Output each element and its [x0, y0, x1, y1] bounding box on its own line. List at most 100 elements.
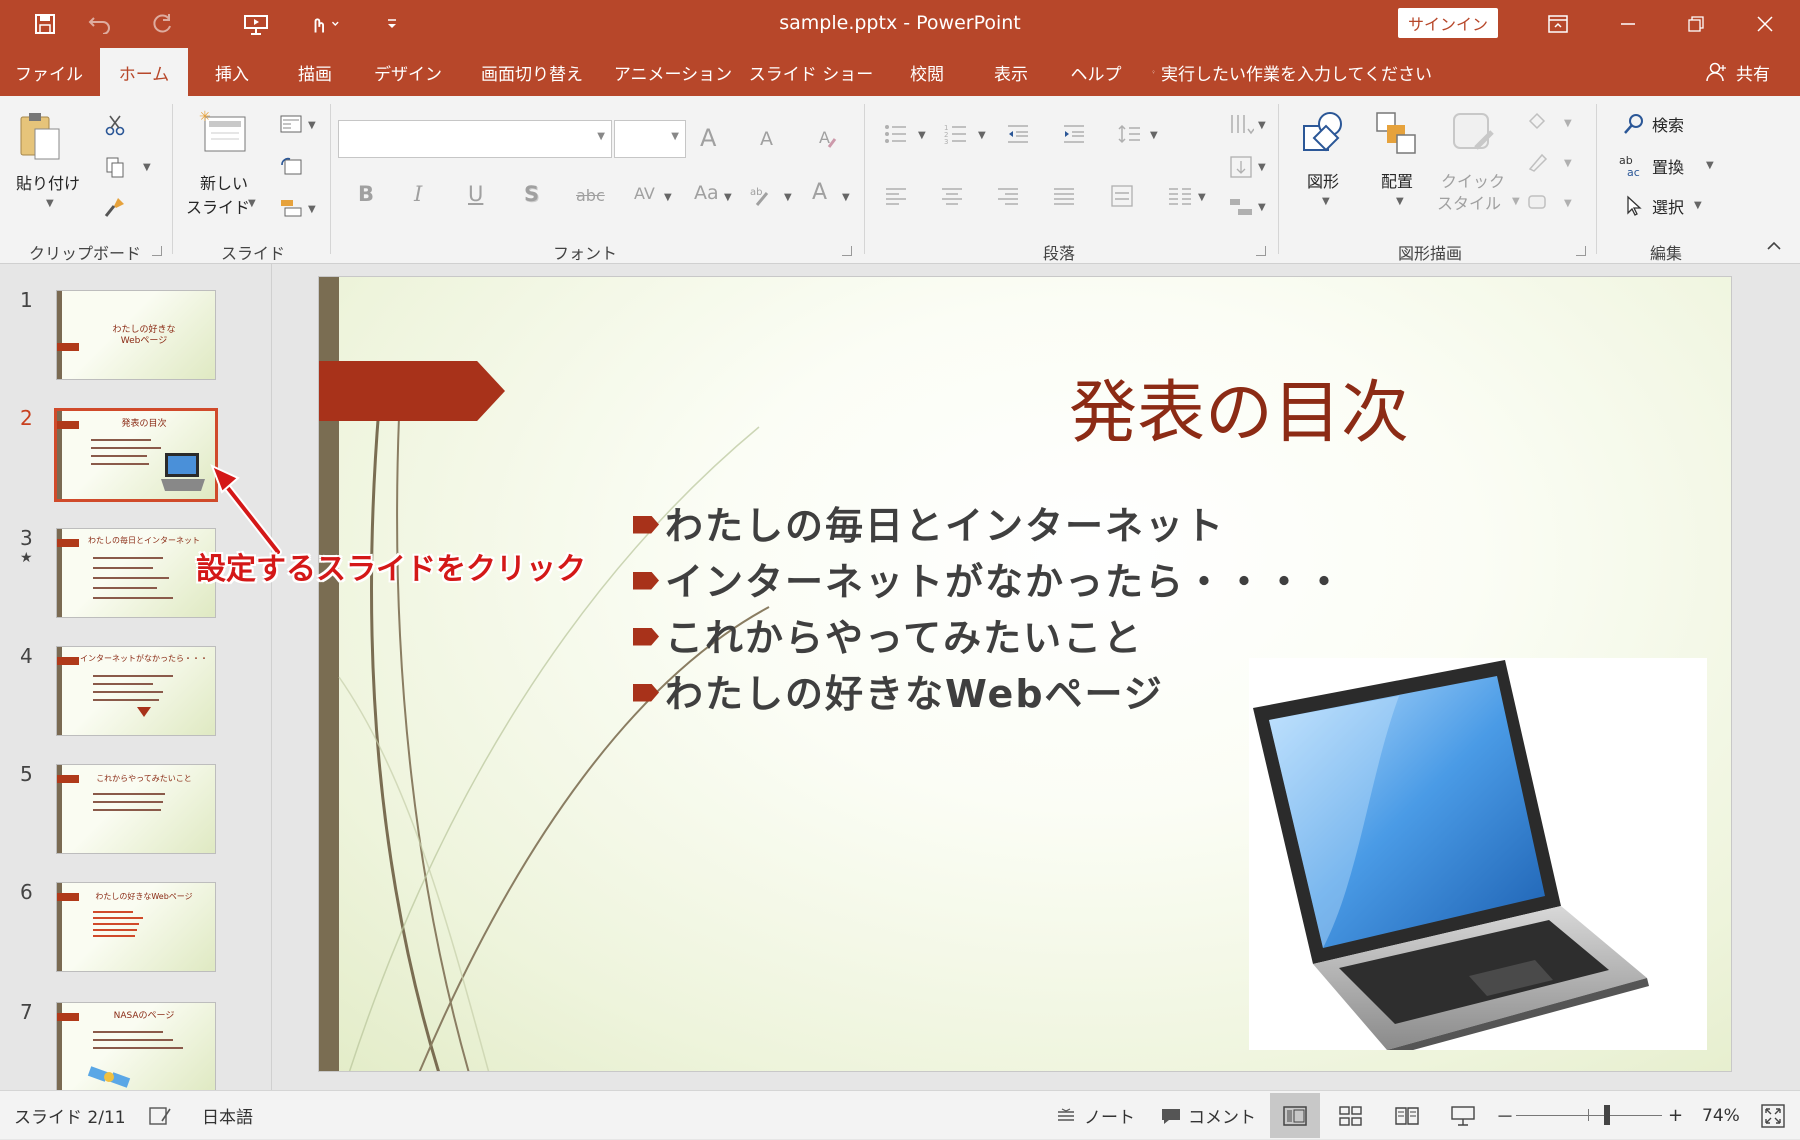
char-spacing-button[interactable]: AV: [634, 184, 655, 203]
slide-thumbnail-2[interactable]: 発表の目次: [54, 408, 218, 502]
align-left-icon[interactable]: [882, 182, 910, 210]
zoom-level[interactable]: 74%: [1702, 1091, 1740, 1140]
line-spacing-icon[interactable]: [1116, 120, 1144, 148]
tab-help[interactable]: ヘルプ: [1058, 48, 1134, 96]
comments-button[interactable]: コメント: [1160, 1091, 1256, 1140]
cut-icon[interactable]: [100, 110, 130, 140]
tab-design[interactable]: デザイン: [366, 48, 450, 96]
section-icon[interactable]: [276, 194, 306, 222]
zoom-in-button[interactable]: +: [1668, 1091, 1683, 1140]
clipboard-launcher-icon[interactable]: [152, 246, 162, 256]
bold-button[interactable]: B: [358, 182, 374, 206]
format-painter-icon[interactable]: [100, 192, 130, 222]
layout-icon[interactable]: [276, 110, 306, 138]
numbering-icon[interactable]: 123: [942, 120, 970, 148]
replace-label[interactable]: 置換: [1652, 154, 1684, 178]
bullet-item[interactable]: わたしの毎日とインターネット: [633, 495, 1225, 550]
new-slide-label-line2[interactable]: スライド: [180, 194, 256, 218]
tab-view[interactable]: 表示: [976, 48, 1046, 96]
paragraph-launcher-icon[interactable]: [1256, 246, 1266, 256]
normal-view-icon[interactable]: [1270, 1093, 1320, 1138]
select-cursor-icon[interactable]: [1620, 192, 1648, 220]
shapes-icon[interactable]: [1298, 108, 1348, 158]
notes-button[interactable]: ノート: [1056, 1091, 1135, 1140]
font-name-combo[interactable]: ▼: [338, 120, 612, 158]
quick-styles-icon[interactable]: [1448, 108, 1498, 158]
shape-fill-icon[interactable]: [1522, 108, 1552, 136]
text-shadow-button[interactable]: S: [524, 182, 539, 206]
zoom-out-button[interactable]: －: [1496, 1091, 1514, 1140]
paste-icon[interactable]: [14, 110, 66, 162]
tab-review[interactable]: 校閲: [890, 48, 964, 96]
smartart-icon[interactable]: [1224, 192, 1258, 222]
paste-label[interactable]: 貼り付け: [10, 170, 86, 194]
quick-styles-label-line1[interactable]: クイック: [1436, 168, 1510, 192]
bullet-item[interactable]: わたしの好きなWebページ: [633, 663, 1164, 718]
tab-transitions[interactable]: 画面切り替え: [470, 48, 594, 96]
fit-to-window-icon[interactable]: [1760, 1091, 1786, 1140]
slide-thumbnail-3[interactable]: わたしの毎日とインターネット: [56, 528, 216, 618]
replace-icon[interactable]: ab ac: [1616, 152, 1648, 180]
find-icon[interactable]: [1620, 110, 1648, 138]
reading-view-icon[interactable]: [1382, 1093, 1432, 1138]
arrange-label[interactable]: 配置: [1372, 168, 1422, 192]
tab-insert[interactable]: 挿入: [200, 48, 264, 96]
columns-icon[interactable]: [1166, 182, 1194, 210]
collapse-ribbon-icon[interactable]: [1760, 234, 1788, 258]
minimize-icon[interactable]: [1608, 6, 1648, 42]
new-slide-icon[interactable]: ✳: [196, 106, 252, 158]
shape-effects-icon[interactable]: [1522, 188, 1552, 216]
bullet-item[interactable]: インターネットがなかったら・・・・: [633, 551, 1345, 606]
slide-thumbnail-7[interactable]: NASAのページ: [56, 1002, 216, 1090]
font-size-combo[interactable]: ▼: [614, 120, 686, 158]
align-text-icon[interactable]: [1224, 152, 1258, 182]
slideshow-view-icon[interactable]: [1438, 1093, 1488, 1138]
zoom-slider-thumb[interactable]: [1604, 1105, 1610, 1125]
underline-button[interactable]: U: [468, 182, 483, 206]
distribute-icon[interactable]: [1108, 182, 1136, 210]
increase-indent-icon[interactable]: [1060, 120, 1088, 148]
shape-outline-icon[interactable]: [1522, 148, 1552, 176]
tab-file[interactable]: ファイル: [10, 48, 88, 96]
slide-canvas[interactable]: 発表の目次 わたしの毎日とインターネット インターネットがなかったら・・・・ こ…: [318, 276, 1732, 1072]
select-label[interactable]: 選択: [1652, 194, 1684, 218]
align-center-icon[interactable]: [938, 182, 966, 210]
slide-thumbnail-1[interactable]: わたしの好きな Webページ: [56, 290, 216, 380]
tab-draw[interactable]: 描画: [280, 48, 350, 96]
slide-thumbnail-4[interactable]: インターネットがなかったら・・・: [56, 646, 216, 736]
language-indicator[interactable]: 日本語: [202, 1091, 253, 1140]
copy-icon[interactable]: [100, 152, 130, 182]
tab-slideshow[interactable]: スライド ショー: [749, 48, 873, 96]
bullet-item[interactable]: これからやってみたいこと: [633, 607, 1143, 662]
reset-slide-icon[interactable]: [276, 152, 306, 180]
slide-sorter-icon[interactable]: [1326, 1093, 1376, 1138]
font-launcher-icon[interactable]: [842, 246, 852, 256]
bullets-icon[interactable]: [882, 120, 910, 148]
change-case-button[interactable]: Aa: [694, 182, 719, 204]
shapes-label[interactable]: 図形: [1298, 168, 1348, 192]
strikethrough-button[interactable]: abc: [576, 186, 605, 205]
grow-font-icon[interactable]: A: [700, 124, 716, 152]
signin-button[interactable]: サインイン: [1398, 8, 1498, 38]
laptop-image[interactable]: [1249, 658, 1707, 1056]
new-slide-label-line1[interactable]: 新しい: [186, 170, 262, 194]
zoom-slider[interactable]: [1516, 1091, 1662, 1140]
share-button[interactable]: 共有: [1690, 48, 1786, 96]
italic-button[interactable]: I: [414, 182, 422, 206]
decrease-indent-icon[interactable]: [1004, 120, 1032, 148]
spell-check-icon[interactable]: [148, 1091, 172, 1140]
arrange-icon[interactable]: [1374, 108, 1420, 158]
clear-format-icon[interactable]: A: [814, 124, 842, 152]
highlight-icon[interactable]: ab: [746, 182, 774, 210]
tab-home[interactable]: ホーム: [100, 48, 188, 96]
slide-thumbnail-5[interactable]: これからやってみたいこと: [56, 764, 216, 854]
tab-animations[interactable]: アニメーション: [614, 48, 732, 96]
slide-title[interactable]: 発表の目次: [919, 357, 1559, 456]
tell-me-box[interactable]: 実行したい作業を入力してください: [1152, 48, 1432, 96]
drawing-launcher-icon[interactable]: [1576, 246, 1586, 256]
slide-thumbnail-6[interactable]: わたしの好きなWebページ: [56, 882, 216, 972]
find-label[interactable]: 検索: [1652, 112, 1684, 136]
justify-icon[interactable]: [1050, 182, 1078, 210]
ribbon-display-icon[interactable]: [1538, 6, 1578, 42]
restore-icon[interactable]: [1676, 6, 1716, 42]
